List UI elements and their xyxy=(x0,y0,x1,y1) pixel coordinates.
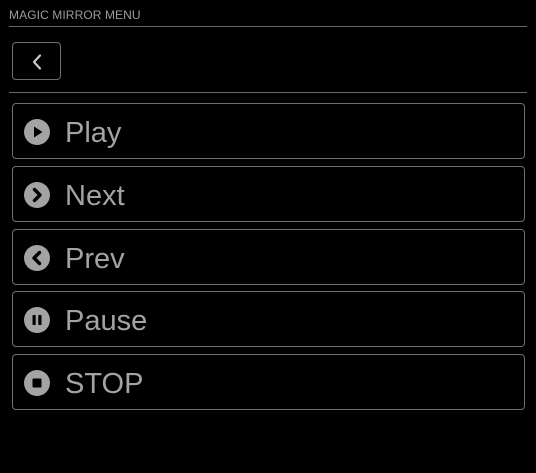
play-circle-icon xyxy=(24,119,50,145)
pause-label: Pause xyxy=(65,305,148,337)
play-label: Play xyxy=(65,117,122,149)
pause-circle-icon xyxy=(24,307,50,333)
prev-button[interactable]: Prev xyxy=(12,229,525,285)
stop-circle-icon xyxy=(24,370,50,396)
page-title: MAGIC MIRROR MENU xyxy=(9,8,141,22)
stop-button[interactable]: STOP xyxy=(12,354,525,410)
chevron-left-circle-icon xyxy=(24,245,50,271)
play-button[interactable]: Play xyxy=(12,103,525,159)
next-button[interactable]: Next xyxy=(12,166,525,222)
pause-button[interactable]: Pause xyxy=(12,291,525,347)
back-button[interactable] xyxy=(12,42,61,80)
magic-mirror-menu: MAGIC MIRROR MENU Play Next Prev Pause S… xyxy=(0,0,536,473)
chevron-left-icon xyxy=(32,54,42,70)
chevron-right-circle-icon xyxy=(24,182,50,208)
prev-label: Prev xyxy=(65,243,125,275)
next-label: Next xyxy=(65,180,125,212)
header-divider xyxy=(9,92,527,93)
menu-header: MAGIC MIRROR MENU xyxy=(9,7,527,27)
stop-label: STOP xyxy=(65,368,144,400)
